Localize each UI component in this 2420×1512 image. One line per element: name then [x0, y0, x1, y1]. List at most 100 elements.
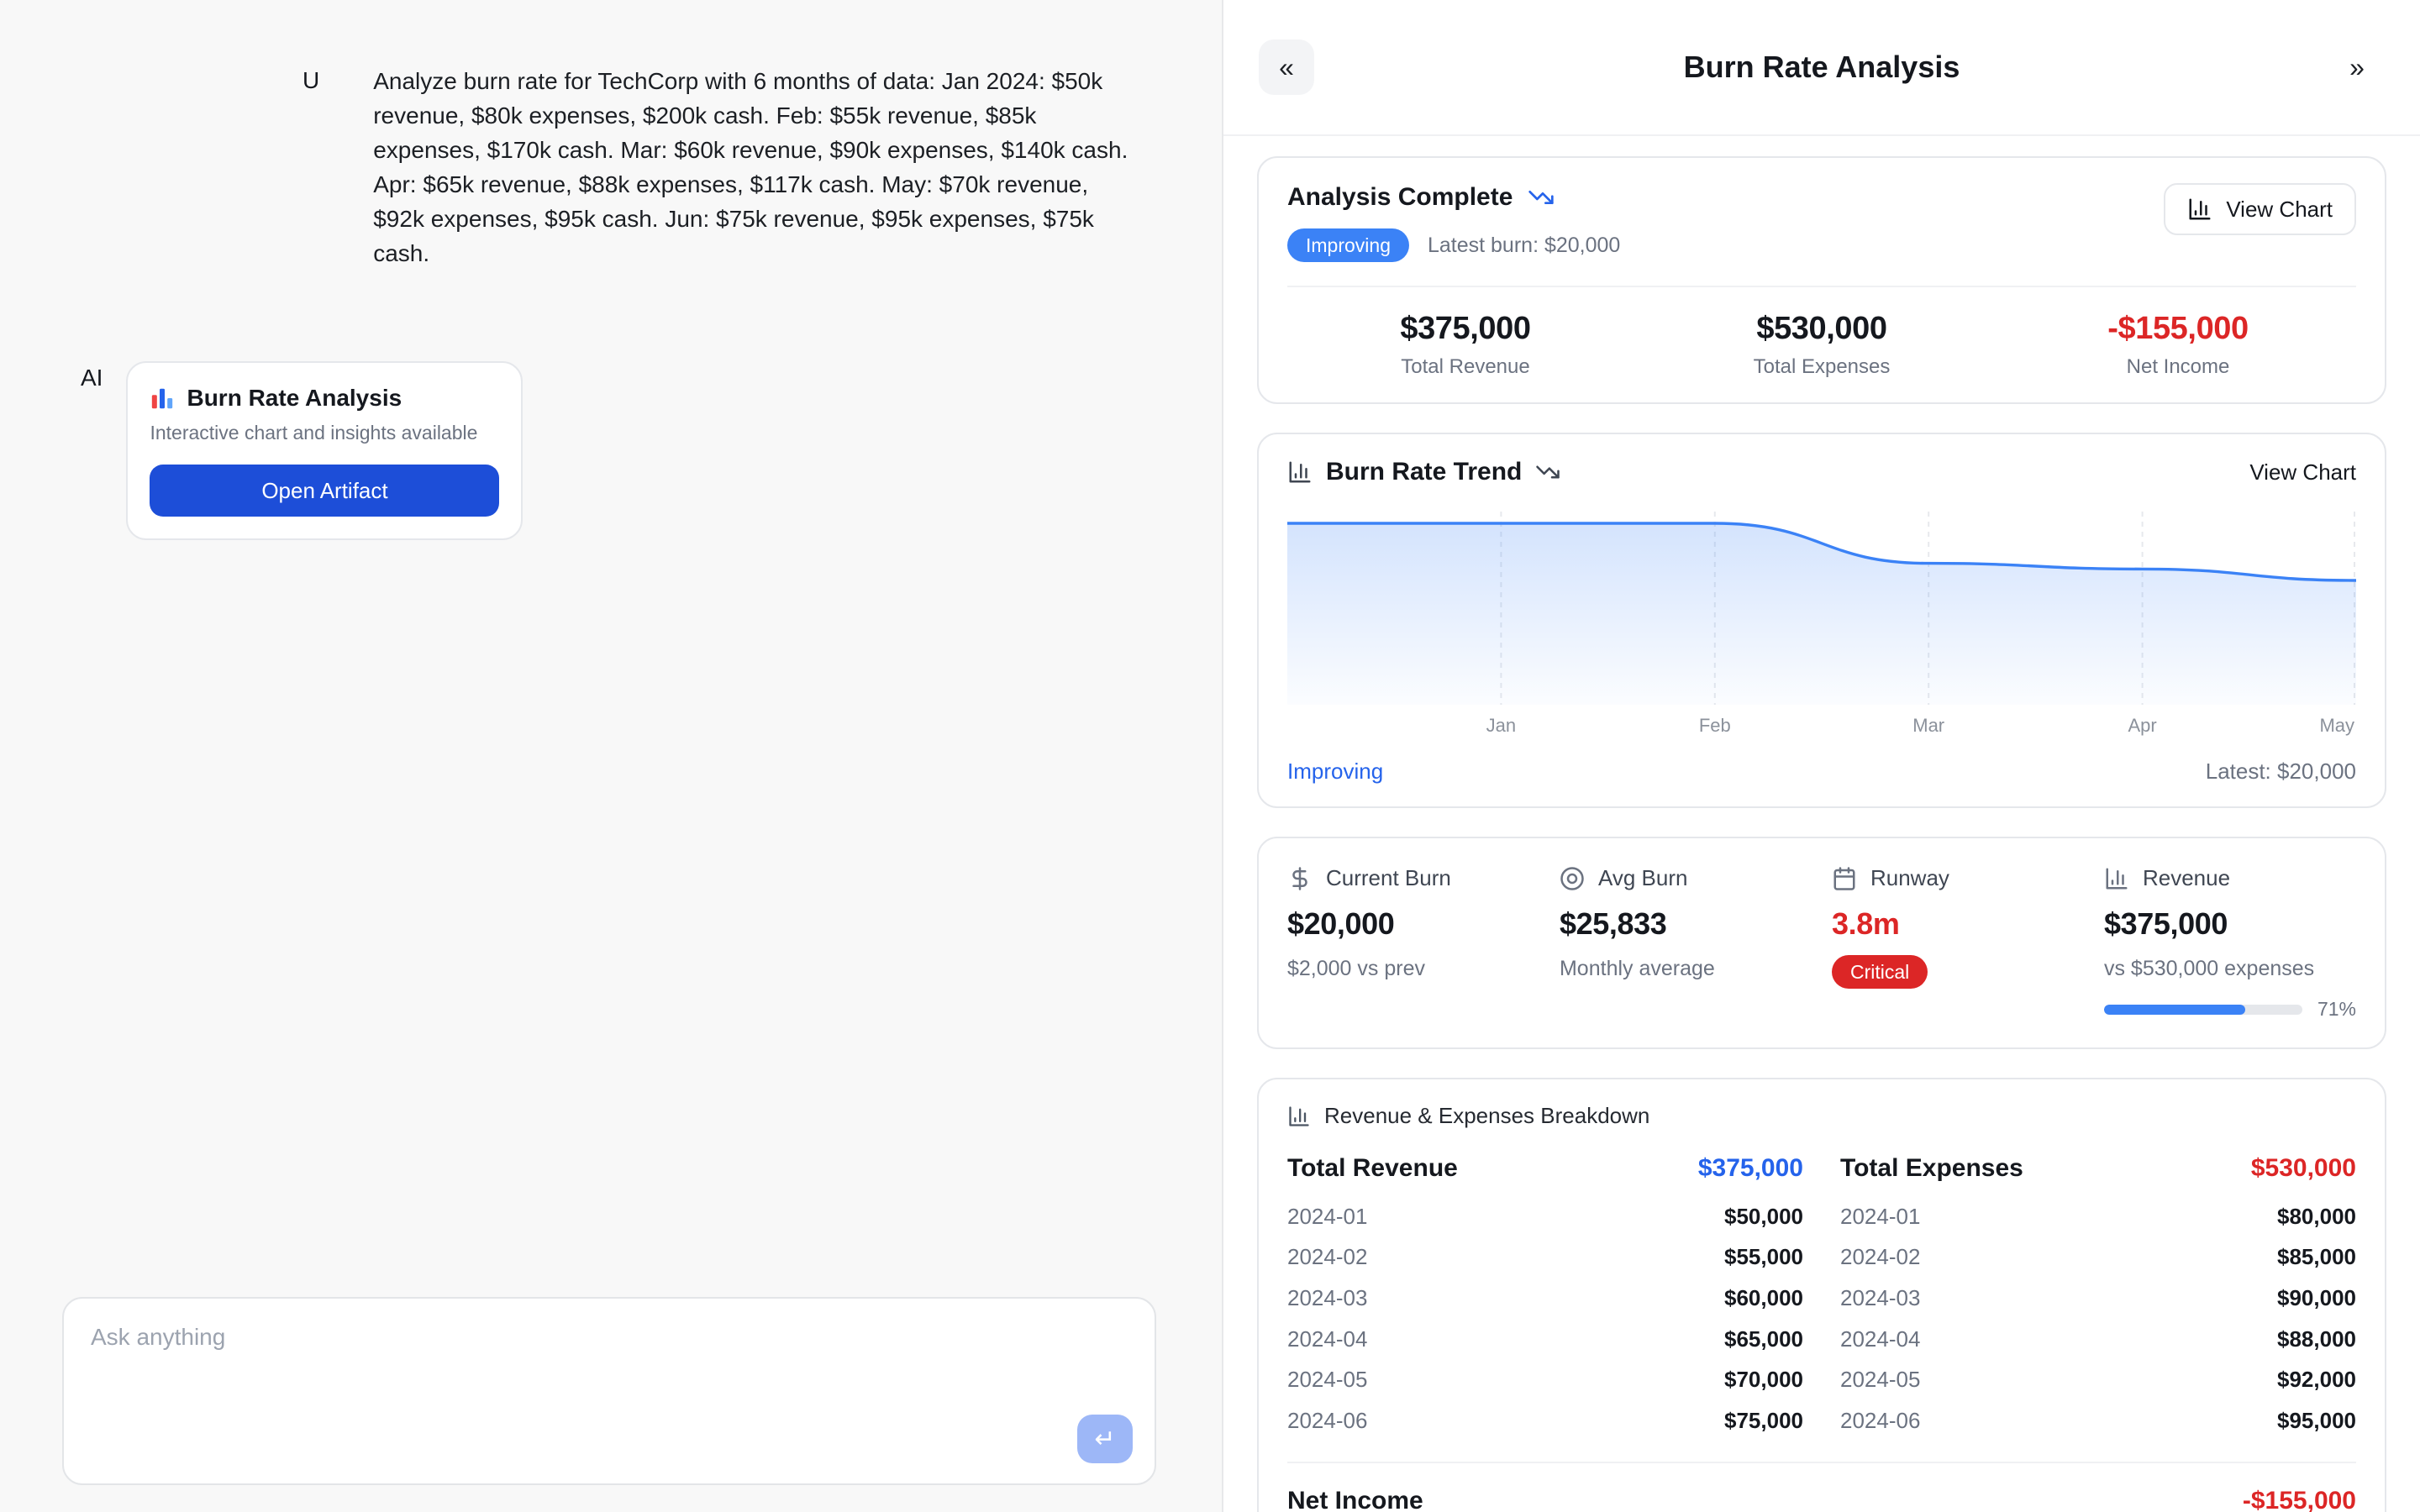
revenue-header-label: Total Revenue — [1287, 1154, 1458, 1183]
table-row: 2024-02$55,000 — [1287, 1237, 1803, 1278]
stat-label: Total Expenses — [1644, 355, 2000, 379]
expenses-header-label: Total Expenses — [1840, 1154, 2023, 1183]
artifact-card-title-row: Burn Rate Analysis — [150, 385, 499, 412]
trending-down-icon — [1528, 184, 1555, 211]
enter-icon: ↵ — [1094, 1425, 1115, 1454]
metric-value: $25,833 — [1560, 906, 1832, 942]
stat-value: $530,000 — [1644, 311, 2000, 347]
view-chart-link[interactable]: View Chart — [2249, 459, 2356, 486]
stat-total-expenses: $530,000 Total Expenses — [1644, 311, 2000, 379]
summary-title: Analysis Complete — [1287, 183, 1512, 212]
latest-burn-text: Latest burn: $20,000 — [1428, 234, 1620, 258]
trend-card-footer: Improving Latest: $20,000 — [1287, 759, 2356, 785]
row-value: $75,000 — [1724, 1408, 1803, 1434]
row-month: 2024-04 — [1287, 1326, 1367, 1352]
target-icon — [1560, 866, 1585, 891]
expenses-column: Total Expenses $530,000 2024-01$80,000 2… — [1840, 1154, 2356, 1441]
row-value: $95,000 — [2277, 1408, 2356, 1434]
expenses-total: $530,000 — [2251, 1154, 2356, 1183]
breakdown-grid: Total Revenue $375,000 2024-01$50,000 20… — [1287, 1154, 2356, 1441]
metrics-card: Current Burn $20,000 $2,000 vs prev Avg … — [1257, 837, 2386, 1049]
net-income-row: Net Income -$155,000 — [1287, 1462, 2356, 1512]
open-artifact-button[interactable]: Open Artifact — [150, 465, 499, 517]
net-income-label: Net Income — [1287, 1487, 1423, 1512]
row-value: $80,000 — [2277, 1204, 2356, 1230]
collapse-panel-button[interactable]: « — [1259, 39, 1314, 95]
artifact-card: Burn Rate Analysis Interactive chart and… — [126, 361, 523, 540]
revenue-column-header: Total Revenue $375,000 — [1287, 1154, 1803, 1183]
metric-revenue: Revenue $375,000 vs $530,000 expenses 71… — [2104, 865, 2356, 1021]
net-income-value: -$155,000 — [2243, 1487, 2356, 1512]
bar-chart-icon — [1287, 459, 1313, 485]
trend-card-title: Burn Rate Trend — [1326, 458, 1522, 486]
x-tick-label: May — [2319, 715, 2354, 737]
revenue-progress-fill — [2104, 1005, 2245, 1015]
user-avatar: U — [302, 64, 319, 97]
bar-chart-icon — [2187, 197, 2212, 222]
progress-track — [2104, 1005, 2302, 1015]
burn-trend-chart-area — [1287, 507, 2356, 705]
artifact-card-subtitle: Interactive chart and insights available — [150, 422, 499, 444]
critical-badge: Critical — [1832, 955, 1928, 989]
panel-title: Burn Rate Analysis — [1314, 50, 2329, 85]
table-row: 2024-06 $75,000 — [1287, 1400, 1803, 1441]
summary-left: Analysis Complete Improving Latest burn:… — [1287, 183, 1620, 262]
user-message: Analyze burn rate for TechCorp with 6 mo… — [373, 64, 1139, 270]
chat-pane: U Analyze burn rate for TechCorp with 6 … — [0, 0, 1222, 1512]
row-value: $70,000 — [1724, 1367, 1803, 1393]
view-chart-label: View Chart — [2226, 197, 2333, 223]
bar-chart-icon — [2104, 866, 2129, 891]
summary-stats: $375,000 Total Revenue $530,000 Total Ex… — [1287, 286, 2356, 379]
trending-down-icon — [1535, 459, 1560, 485]
metric-label: Revenue — [2143, 865, 2230, 891]
expand-panel-button[interactable]: » — [2329, 39, 2385, 95]
analysis-summary-card: Analysis Complete Improving Latest burn:… — [1257, 156, 2386, 404]
row-month: 2024-02 — [1840, 1244, 1920, 1270]
row-value: $92,000 — [2277, 1367, 2356, 1393]
summary-top-row: Analysis Complete Improving Latest burn:… — [1287, 183, 2356, 262]
expenses-column-header: Total Expenses $530,000 — [1840, 1154, 2356, 1183]
stat-net-income: -$155,000 Net Income — [2000, 311, 2356, 379]
breakdown-header: Revenue & Expenses Breakdown — [1287, 1103, 2356, 1129]
artifact-panel: « Burn Rate Analysis » Analysis Complete — [1222, 0, 2420, 1512]
ai-avatar: AI — [81, 361, 103, 395]
row-month: 2024-06 — [1287, 1408, 1367, 1434]
stat-value: $375,000 — [1287, 311, 1644, 347]
summary-sub-row: Improving Latest burn: $20,000 — [1287, 228, 1620, 262]
metric-current-burn: Current Burn $20,000 $2,000 vs prev — [1287, 865, 1560, 1021]
row-month: 2024-06 — [1840, 1408, 1920, 1434]
metric-value: 3.8m — [1832, 906, 2104, 942]
send-button[interactable]: ↵ — [1077, 1415, 1133, 1463]
stat-label: Net Income — [2000, 355, 2356, 379]
table-row: 2024-01$50,000 — [1287, 1196, 1803, 1237]
row-month: 2024-03 — [1287, 1285, 1367, 1311]
table-row: 2024-01$80,000 — [1840, 1196, 2356, 1237]
trend-status-text: Improving — [1287, 759, 1383, 785]
burn-trend-card: Burn Rate Trend View Chart — [1257, 433, 2386, 808]
row-month: 2024-01 — [1287, 1204, 1367, 1230]
x-tick-label: Feb — [1699, 715, 1731, 737]
stat-value: -$155,000 — [2000, 311, 2356, 347]
panel-header: « Burn Rate Analysis » — [1223, 0, 2420, 136]
row-month: 2024-04 — [1840, 1326, 1920, 1352]
table-row: 2024-03$60,000 — [1287, 1278, 1803, 1319]
breakdown-card: Revenue & Expenses Breakdown Total Reven… — [1257, 1078, 2386, 1512]
chat-input[interactable] — [64, 1299, 1155, 1420]
chevrons-right-icon: » — [2349, 52, 2365, 83]
metric-label: Runway — [1870, 865, 1949, 891]
breakdown-title: Revenue & Expenses Breakdown — [1324, 1103, 1649, 1129]
row-value: $88,000 — [2277, 1326, 2356, 1352]
trend-card-header: Burn Rate Trend View Chart — [1287, 458, 2356, 486]
metric-label: Avg Burn — [1598, 865, 1687, 891]
chart-x-axis: Jan Feb Mar Apr May — [1287, 711, 2356, 740]
metric-value: $375,000 — [2104, 906, 2356, 942]
row-month: 2024-05 — [1840, 1367, 1920, 1393]
metric-value: $20,000 — [1287, 906, 1560, 942]
row-value: $65,000 — [1724, 1326, 1803, 1352]
row-month: 2024-02 — [1287, 1244, 1367, 1270]
x-tick-label: Jan — [1486, 715, 1516, 737]
burn-trend-chart — [1287, 507, 2356, 705]
burn-trend-area — [1287, 523, 2356, 705]
view-chart-button[interactable]: View Chart — [2164, 183, 2356, 235]
table-row: 2024-05$70,000 — [1287, 1359, 1803, 1400]
